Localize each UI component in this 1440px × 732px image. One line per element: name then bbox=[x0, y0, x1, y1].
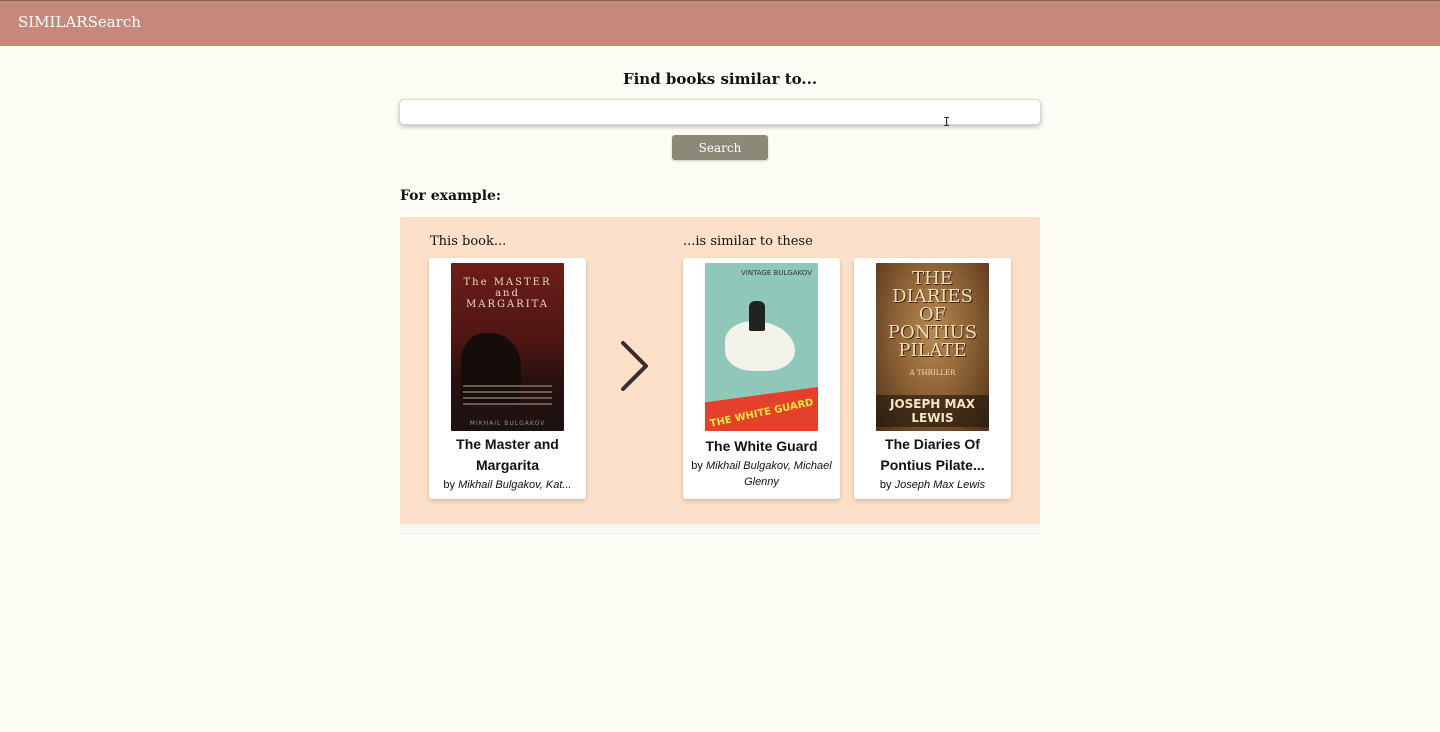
search-button[interactable]: Search bbox=[672, 135, 768, 160]
book-author: by Mikhail Bulgakov, Michael Glenny bbox=[691, 460, 832, 488]
book-title: The Diaries Of Pontius Pilate... bbox=[880, 436, 985, 473]
book-cover-image: VINTAGE BULGAKOV THE WHITE GUARD bbox=[705, 263, 818, 431]
book-title: The Master and Margarita bbox=[456, 436, 559, 473]
book-title: The White Guard bbox=[705, 438, 818, 454]
panel-divider bbox=[400, 524, 1040, 534]
source-book-card[interactable]: The MASTER and MARGARITA MIKHAIL BULGAKO… bbox=[429, 258, 586, 499]
book-author: by Joseph Max Lewis bbox=[879, 479, 986, 491]
book-author: by Mikhail Bulgakov, Kat... bbox=[443, 479, 572, 491]
similar-book-card[interactable]: VINTAGE BULGAKOV THE WHITE GUARD The Whi… bbox=[683, 258, 840, 499]
top-navbar: SIMILARSearch bbox=[0, 0, 1440, 46]
text-cursor-icon: I bbox=[943, 115, 951, 129]
similar-book-card[interactable]: THE DIARIES OF PONTIUS PILATE A THRILLER… bbox=[854, 258, 1011, 499]
example-label: For example: bbox=[400, 188, 502, 204]
book-cover-image: THE DIARIES OF PONTIUS PILATE A THRILLER… bbox=[876, 263, 989, 431]
search-heading: Find books similar to... bbox=[622, 70, 818, 88]
chevron-right-icon bbox=[621, 341, 648, 391]
brand-logo-link[interactable]: SIMILARSearch bbox=[18, 13, 141, 31]
similar-books-label: ...is similar to these bbox=[683, 234, 813, 249]
book-cover-image: The MASTER and MARGARITA MIKHAIL BULGAKO… bbox=[451, 263, 564, 431]
source-book-label: This book... bbox=[430, 234, 507, 249]
